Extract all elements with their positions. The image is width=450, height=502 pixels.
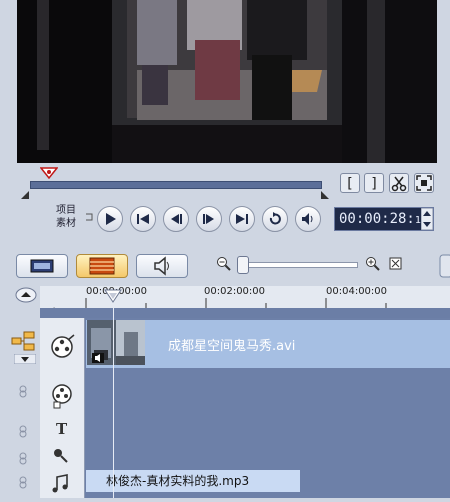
go-to-start-button[interactable] — [130, 206, 156, 232]
clip-thumbnail-image — [116, 320, 145, 365]
volume-button[interactable] — [295, 206, 321, 232]
microphone-icon — [54, 449, 68, 463]
video-track-header — [40, 318, 85, 376]
scissors-icon — [391, 176, 407, 192]
timecode-display[interactable]: 00:00:28:18 — [334, 207, 434, 231]
ruler-label-2: 00:04:00:00 — [326, 286, 388, 297]
playhead-line — [113, 308, 114, 498]
lock-track-icon-4[interactable] — [18, 475, 28, 489]
overlay-track[interactable] — [40, 376, 450, 417]
music-clip-name: 林俊杰-真材实料的我.mp3 — [106, 474, 250, 488]
voice-track-header — [40, 444, 85, 468]
zoom-in-icon[interactable] — [365, 256, 381, 272]
play-button[interactable] — [97, 206, 123, 232]
previous-frame-button[interactable] — [163, 206, 189, 232]
track-manager-icon[interactable] — [10, 330, 38, 352]
playhead-marker[interactable] — [40, 167, 58, 179]
preview-frame-image — [17, 0, 437, 163]
step-forward-icon — [203, 214, 214, 224]
ruler-ticks — [85, 298, 387, 308]
timecode-spinner[interactable] — [421, 208, 433, 230]
video-track-icon — [51, 334, 75, 358]
storyboard-view-button[interactable] — [16, 254, 68, 278]
zoom-out-icon[interactable] — [216, 256, 232, 272]
next-frame-button[interactable] — [196, 206, 222, 232]
ruler-label-1: 00:02:00:00 — [204, 286, 266, 297]
lock-track-icon-2[interactable] — [18, 424, 28, 438]
speaker-icon — [302, 213, 313, 225]
timeline-playhead-marker[interactable] — [103, 289, 123, 305]
music-track-header — [40, 468, 85, 498]
music-note-icon — [52, 474, 68, 493]
video-preview — [17, 0, 437, 163]
play-icon — [106, 213, 116, 225]
track-dropdown-button[interactable] — [14, 354, 36, 364]
lock-track-icon-3[interactable] — [18, 451, 28, 465]
timeline-ruler[interactable]: 00:00:00:00 00:02:00:00 00:04:00:00 — [40, 286, 450, 309]
zoom-slider-thumb[interactable] — [237, 256, 249, 274]
playback-mode-selector[interactable]: 项目 素材 — [56, 204, 76, 230]
voice-track[interactable] — [40, 444, 450, 469]
audio-attached-icon — [92, 353, 104, 363]
audio-view-button[interactable] — [136, 254, 188, 278]
overlay-track-icon — [52, 384, 72, 409]
mark-in-button[interactable]: [ — [340, 173, 360, 193]
timeline-view-button[interactable] — [76, 254, 128, 278]
storyboard-icon — [30, 259, 54, 273]
audio-icon — [154, 256, 169, 276]
scrub-bar[interactable] — [30, 181, 322, 189]
zoom-slider[interactable] — [240, 262, 358, 268]
trim-start-handle[interactable] — [20, 190, 30, 200]
mode-clip-label[interactable]: 素材 — [56, 217, 76, 230]
skip-start-icon — [137, 214, 149, 224]
scroll-up-button[interactable] — [15, 287, 37, 303]
repeat-icon — [269, 212, 281, 225]
clip-thumbnail — [116, 320, 145, 365]
title-track[interactable]: T — [40, 416, 450, 445]
more-options-button[interactable] — [438, 254, 450, 278]
skip-end-icon — [236, 214, 248, 224]
mark-out-button[interactable]: ] — [364, 173, 384, 193]
cut-clip-button[interactable] — [389, 173, 409, 193]
overlay-track-header — [40, 376, 85, 416]
mode-connector-icon — [86, 213, 93, 221]
enlarge-preview-button[interactable] — [414, 173, 434, 193]
timeline-icon — [89, 257, 115, 275]
step-back-icon — [171, 214, 182, 224]
fit-project-icon[interactable] — [389, 257, 403, 271]
title-track-icon: T — [56, 420, 68, 438]
mode-project-label[interactable]: 项目 — [56, 204, 76, 217]
trim-end-handle[interactable] — [320, 190, 330, 200]
lock-track-icon[interactable] — [18, 384, 28, 398]
go-to-end-button[interactable] — [229, 206, 255, 232]
repeat-button[interactable] — [262, 206, 288, 232]
timecode-main: 00:00:28: — [339, 211, 415, 227]
music-clip[interactable]: 林俊杰-真材实料的我.mp3 — [86, 470, 300, 492]
title-track-header: T — [40, 416, 85, 444]
fullscreen-icon — [416, 175, 432, 191]
video-clip-name: 成都星空间鬼马秀.avi — [168, 339, 296, 354]
